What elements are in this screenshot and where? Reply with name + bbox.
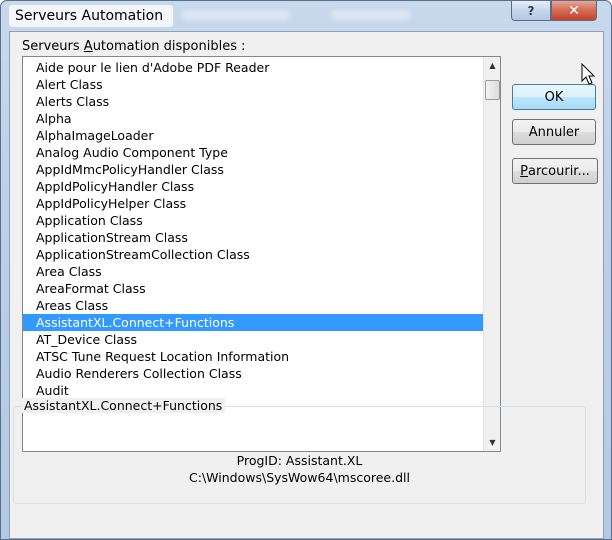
scrollbar-thumb[interactable] — [485, 80, 500, 100]
list-item[interactable]: ApplicationStream Class — [23, 229, 483, 246]
window-title: Serveurs Automation — [9, 5, 174, 27]
close-button[interactable]: ✕ — [551, 1, 597, 21]
list-item[interactable]: AppIdMmcPolicyHandler Class — [23, 161, 483, 178]
list-item[interactable]: ATSC Tune Request Location Information — [23, 348, 483, 365]
list-item[interactable]: Areas Class — [23, 297, 483, 314]
cancel-button[interactable]: Annuler — [512, 119, 596, 145]
ok-button[interactable]: OK — [512, 84, 596, 110]
server-progid: ProgID: Assistant.XL — [236, 453, 363, 468]
help-icon: ? — [527, 3, 535, 18]
list-item[interactable]: Audit — [23, 382, 483, 399]
list-item[interactable]: Audio Renderers Collection Class — [23, 365, 483, 382]
help-button[interactable]: ? — [511, 1, 551, 21]
servers-list-label: Serveurs Automation disponibles : — [22, 39, 246, 54]
title-bar[interactable]: Serveurs Automation ? ✕ — [1, 1, 611, 31]
automation-servers-dialog: Serveurs Automation ? ✕ Serveurs Automat… — [0, 0, 612, 540]
list-item[interactable]: Alpha — [23, 110, 483, 127]
server-info-title: AssistantXL.Connect+Functions — [21, 398, 226, 413]
list-item[interactable]: AppIdPolicyHandler Class — [23, 178, 483, 195]
list-item[interactable]: AppIdPolicyHelper Class — [23, 195, 483, 212]
list-item[interactable]: AlphaImageLoader — [23, 127, 483, 144]
list-item[interactable]: Alerts Class — [23, 93, 483, 110]
list-item[interactable]: Alert Class — [23, 76, 483, 93]
list-item[interactable]: Application Class — [23, 212, 483, 229]
close-icon: ✕ — [568, 2, 580, 19]
servers-list-items: Aide pour le lien d'Adobe PDF Reader Aler… — [23, 59, 483, 399]
server-dll-path: C:\Windows\SysWow64\mscoree.dll — [189, 470, 410, 485]
list-item[interactable]: AreaFormat Class — [23, 280, 483, 297]
scroll-up-icon[interactable]: ▲ — [484, 57, 500, 74]
mouse-cursor-icon — [581, 63, 596, 85]
list-item[interactable]: ApplicationStreamCollection Class — [23, 246, 483, 263]
vertical-scrollbar[interactable]: ▲ ▼ — [483, 57, 500, 451]
list-item[interactable]: Analog Audio Component Type — [23, 144, 483, 161]
browse-button[interactable]: Parcourir... — [512, 158, 598, 184]
servers-listbox[interactable]: Aide pour le lien d'Adobe PDF Reader Aler… — [22, 56, 501, 452]
list-item[interactable]: AT_Device Class — [23, 331, 483, 348]
list-item[interactable]: Aide pour le lien d'Adobe PDF Reader — [23, 59, 483, 76]
list-item-selected[interactable]: AssistantXL.Connect+Functions — [23, 314, 483, 331]
background-blur — [181, 10, 291, 20]
list-item[interactable]: Area Class — [23, 263, 483, 280]
background-blur — [331, 10, 411, 20]
